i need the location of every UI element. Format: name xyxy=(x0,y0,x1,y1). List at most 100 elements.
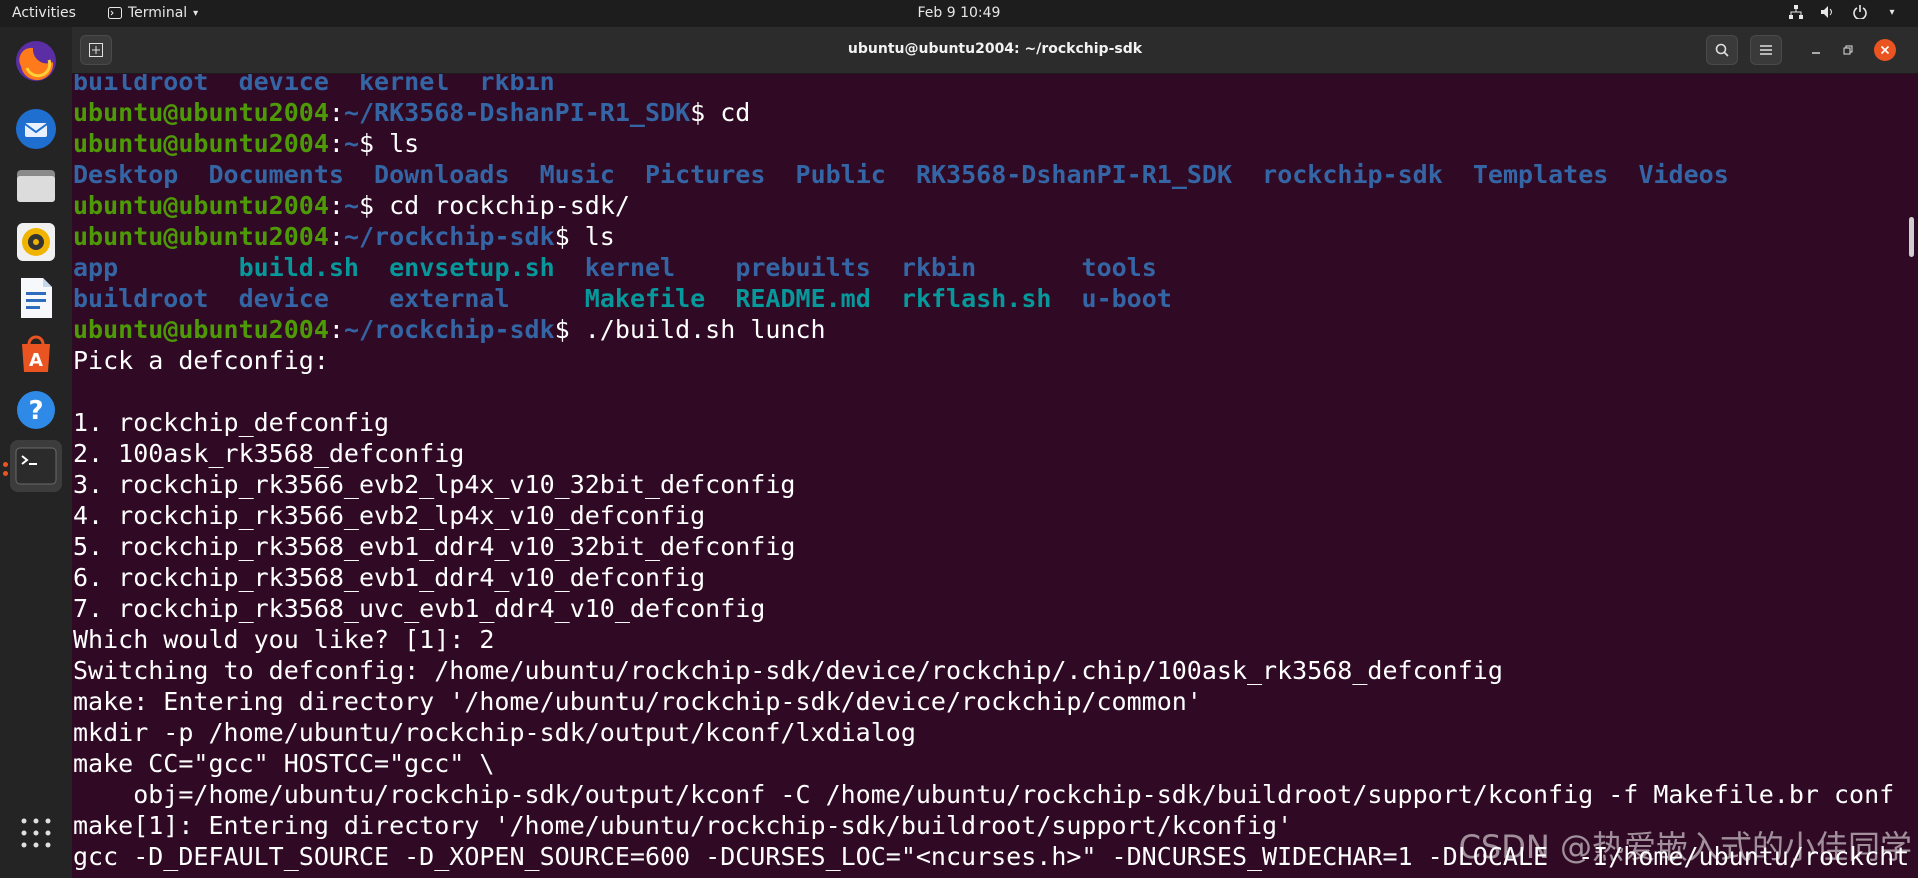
terminal-text: envsetup.sh xyxy=(389,253,555,282)
terminal-text: make CC="gcc" HOSTCC="gcc" \ xyxy=(73,749,495,778)
terminal-line: 3. rockchip_rk3566_evb2_lp4x_v10_32bit_d… xyxy=(73,469,1909,500)
terminal-line: ubuntu@ubuntu2004:~$ cd rockchip-sdk/ xyxy=(73,190,1909,221)
svg-text:A: A xyxy=(29,350,43,371)
terminal-text: 3. rockchip_rk3566_evb2_lp4x_v10_32bit_d… xyxy=(73,470,796,499)
search-button[interactable] xyxy=(1706,35,1738,65)
terminal-text: rkflash.sh xyxy=(900,284,1052,313)
terminal-text: ubuntu@ubuntu2004 xyxy=(73,129,329,158)
terminal-text: obj=/home/ubuntu/rockchip-sdk/output/kco… xyxy=(73,780,1895,809)
network-icon[interactable] xyxy=(1788,4,1804,20)
terminal-text: make: Entering directory '/home/ubuntu/r… xyxy=(73,687,1202,716)
watermark: CSDN @热爱嵌入式的小佳同学 xyxy=(1458,828,1912,866)
dock-firefox[interactable] xyxy=(10,35,62,87)
terminal-text: Makefile xyxy=(584,284,706,313)
terminal-text: : xyxy=(328,98,344,127)
dock-writer[interactable] xyxy=(10,272,62,324)
dock-rhythmbox[interactable] xyxy=(10,216,62,268)
terminal-line: mkdir -p /home/ubuntu/rockchip-sdk/outpu… xyxy=(73,717,1909,748)
volume-icon[interactable] xyxy=(1820,4,1836,20)
terminal-window: ubuntu@ubuntu2004: ~/rockchip-sdk buildr… xyxy=(72,27,1918,878)
terminal-text: mkdir -p /home/ubuntu/rockchip-sdk/outpu… xyxy=(73,718,916,747)
terminal-line: 6. rockchip_rk3568_evb1_ddr4_v10_defconf… xyxy=(73,562,1909,593)
dock-help[interactable]: ? xyxy=(10,384,62,436)
terminal-text: ~ xyxy=(343,191,359,220)
terminal-output[interactable]: buildroot device kernel rkbin ubuntu@ubun… xyxy=(72,74,1918,878)
terminal-line: Which would you like? [1]: 2 xyxy=(73,624,1909,655)
terminal-line: make: Entering directory '/home/ubuntu/r… xyxy=(73,686,1909,717)
terminal-line: ubuntu@ubuntu2004:~/rockchip-sdk$ ls xyxy=(73,221,1909,252)
terminal-text: ~/RK3568-DshanPI-R1_SDK xyxy=(343,98,691,127)
dock: A ? xyxy=(0,27,72,878)
rhythmbox-icon xyxy=(17,223,55,261)
terminal-line: Switching to defconfig: /home/ubuntu/roc… xyxy=(73,655,1909,686)
terminal-text: Which would you like? [1]: 2 xyxy=(73,625,495,654)
help-icon: ? xyxy=(17,391,55,429)
terminal-text: Pick a defconfig: xyxy=(73,346,329,375)
power-icon[interactable] xyxy=(1852,4,1868,20)
terminal-text: rkbin xyxy=(479,74,555,96)
terminal-text: $ cd rockchip-sdk/ xyxy=(359,191,630,220)
terminal-line: Pick a defconfig: xyxy=(73,345,1909,376)
terminal-text: ~ xyxy=(343,129,359,158)
menu-button[interactable] xyxy=(1750,35,1782,65)
terminal-line: 7. rockchip_rk3568_uvc_evb1_ddr4_v10_def… xyxy=(73,593,1909,624)
terminal-line: app build.sh envsetup.sh kernel prebuilt… xyxy=(73,252,1909,283)
terminal-text: kernel xyxy=(359,74,450,96)
dock-software[interactable]: A xyxy=(10,328,62,380)
terminal-line: ubuntu@ubuntu2004:~$ ls xyxy=(73,128,1909,159)
terminal-text: $ ./build.sh lunch xyxy=(554,315,826,344)
close-button[interactable] xyxy=(1874,39,1896,61)
svg-text:?: ? xyxy=(28,396,43,426)
terminal-text: $ cd xyxy=(690,98,751,127)
terminal-text: device xyxy=(238,284,329,313)
terminal-text: rockchip-sdk xyxy=(1262,160,1443,189)
top-bar: Activities Terminal ▾ Feb 9 10:49 ▾ xyxy=(0,0,1918,27)
terminal-text: ~/rockchip-sdk xyxy=(343,222,555,251)
terminal-text: README.md xyxy=(735,284,871,313)
terminal-text: Pictures xyxy=(645,160,766,189)
terminal-line: ubuntu@ubuntu2004:~/RK3568-DshanPI-R1_SD… xyxy=(73,97,1909,128)
search-icon xyxy=(1715,43,1729,57)
system-tray[interactable]: ▾ xyxy=(1788,4,1900,20)
dock-terminal[interactable] xyxy=(10,440,62,492)
libreoffice-writer-icon xyxy=(21,278,52,318)
dock-thunderbird[interactable] xyxy=(10,103,62,155)
window-titlebar[interactable]: ubuntu@ubuntu2004: ~/rockchip-sdk xyxy=(72,27,1918,74)
maximize-button[interactable] xyxy=(1832,35,1864,65)
firefox-icon xyxy=(16,41,56,81)
minimize-icon xyxy=(1812,52,1820,54)
terminal-text: $ ls xyxy=(554,222,615,251)
dock-files[interactable] xyxy=(10,160,62,212)
terminal-text: RK3568-DshanPI-R1_SDK xyxy=(915,160,1233,189)
chevron-down-icon[interactable]: ▾ xyxy=(1884,4,1900,20)
running-indicator xyxy=(3,462,8,467)
minimize-button[interactable] xyxy=(1800,35,1832,65)
terminal-line: Desktop Documents Downloads Music Pictur… xyxy=(73,159,1909,190)
terminal-text: $ ls xyxy=(359,129,420,158)
terminal-text: kernel xyxy=(584,253,676,282)
scrollbar-thumb[interactable] xyxy=(1909,217,1914,257)
terminal-text: make[1]: Entering directory '/home/ubunt… xyxy=(73,811,1293,840)
show-applications-button[interactable] xyxy=(10,807,62,859)
terminal-text: ubuntu@ubuntu2004 xyxy=(73,98,329,127)
terminal-text: Desktop xyxy=(73,160,179,189)
clock[interactable]: Feb 9 10:49 xyxy=(0,5,1918,21)
terminal-text: app xyxy=(73,253,119,282)
ubuntu-software-icon: A xyxy=(22,335,50,372)
